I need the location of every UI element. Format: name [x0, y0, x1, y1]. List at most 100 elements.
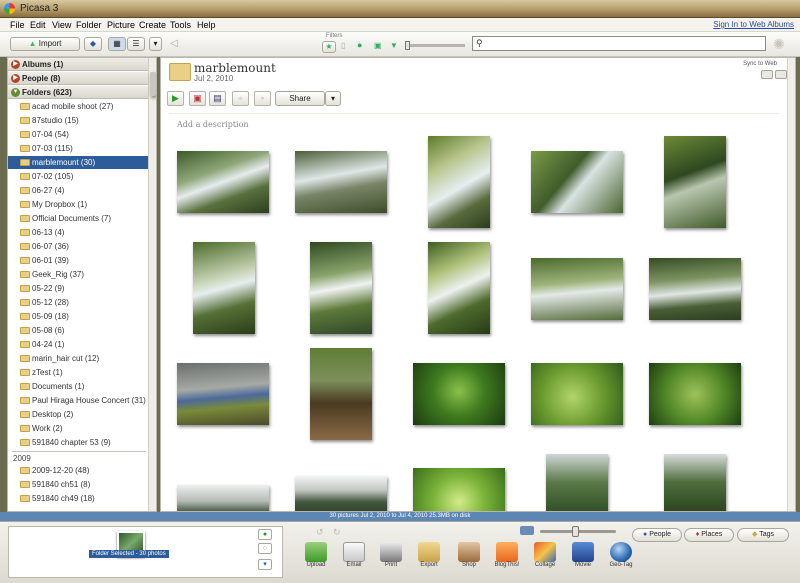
folder-item[interactable]: 06-01 (39) [8, 254, 148, 267]
save-icon[interactable]: ▪ [254, 91, 271, 106]
folder-item[interactable]: zTest (1) [8, 366, 148, 379]
menu-create[interactable]: Create [139, 20, 166, 30]
create-collage-icon[interactable]: ▣ [189, 91, 206, 106]
uploaded-filter-icon[interactable]: ▣ [374, 41, 382, 50]
slider-knob[interactable] [405, 41, 410, 50]
sync-toggle[interactable] [761, 70, 773, 79]
menu-help[interactable]: Help [197, 20, 216, 30]
blogthis-button[interactable]: BlogThis! [487, 562, 527, 568]
create-movie-icon[interactable]: ▤ [209, 91, 226, 106]
folder-item[interactable]: 05-08 (6) [8, 324, 148, 337]
people-button[interactable]: ● People [632, 528, 682, 542]
clear-icon[interactable]: ○ [258, 543, 272, 554]
folder-item[interactable]: My Dropbox (1) [8, 198, 148, 211]
photo-thumbnail[interactable] [428, 136, 490, 228]
shop-icon[interactable] [458, 542, 480, 562]
sign-in-link[interactable]: Sign In to Web Albums [713, 20, 794, 29]
folders-section[interactable]: ▼ Folders (623) [8, 86, 148, 99]
folder-item[interactable]: 06-27 (4) [8, 184, 148, 197]
folder-item[interactable]: 06-13 (4) [8, 226, 148, 239]
expand-icon[interactable]: ▶ [11, 74, 20, 83]
folder-item[interactable]: Geek_Rig (37) [8, 268, 148, 281]
collage-button[interactable]: Collage [525, 562, 565, 568]
library-scrollbar[interactable] [148, 58, 156, 511]
export-button[interactable]: Export [409, 562, 449, 568]
view-dropdown-icon[interactable]: ▾ [149, 37, 162, 51]
geotag-filter-icon[interactable]: ▼ [390, 41, 398, 50]
photo-thumbnail[interactable] [295, 151, 387, 213]
scrollbar-thumb[interactable] [150, 72, 156, 96]
collage-icon[interactable] [534, 542, 556, 562]
people-section[interactable]: ▶ People (8) [8, 72, 148, 85]
folder-item[interactable]: 06-07 (36) [8, 240, 148, 253]
geotag-icon[interactable] [610, 542, 632, 562]
folder-item[interactable]: 07-02 (105) [8, 170, 148, 183]
email-button[interactable]: Email [334, 562, 374, 568]
folder-title[interactable]: marblemount [194, 61, 276, 75]
back-icon[interactable]: ◁ [170, 38, 178, 49]
email-icon[interactable] [343, 542, 365, 562]
thumbnail-size-slider[interactable] [540, 526, 616, 537]
folder-item-selected[interactable]: marblemount (30) [8, 156, 148, 169]
photo-thumbnail[interactable] [531, 151, 623, 213]
print-icon[interactable] [380, 542, 402, 562]
folder-item[interactable]: acad mobile shoot (27) [8, 100, 148, 113]
blogthis-icon[interactable] [496, 542, 518, 562]
photo-thumbnail[interactable] [531, 258, 623, 320]
upload-button[interactable]: Upload [296, 562, 336, 568]
import-button[interactable]: ▲ Import [10, 37, 80, 51]
share-dropdown-icon[interactable]: ▾ [325, 91, 341, 106]
photo-thumbnail[interactable] [649, 363, 741, 425]
folder-item[interactable]: Work (2) [8, 422, 148, 435]
share-button[interactable]: Share [275, 91, 325, 106]
menu-tools[interactable]: Tools [170, 20, 191, 30]
places-button[interactable]: ♦ Places [684, 528, 734, 542]
tags-button[interactable]: ◆ Tags [737, 528, 789, 542]
albums-section[interactable]: ▶ Albums (1) [8, 58, 148, 71]
shop-button[interactable]: Shop [449, 562, 489, 568]
folder-item[interactable]: 07-04 (54) [8, 128, 148, 141]
play-slideshow-icon[interactable]: ▶ [167, 91, 184, 106]
folder-item[interactable]: Official Documents (7) [8, 212, 148, 225]
photo-thumbnail[interactable] [649, 258, 741, 320]
movie-icon[interactable] [572, 542, 594, 562]
upload-icon[interactable] [305, 542, 327, 562]
date-filter-slider[interactable] [405, 41, 465, 50]
folder-item[interactable]: 591840 ch51 (8) [8, 478, 148, 491]
folder-item[interactable]: 05-22 (9) [8, 282, 148, 295]
folder-item[interactable]: marin_hair cut (12) [8, 352, 148, 365]
expand-icon[interactable]: ▶ [11, 60, 20, 69]
photo-thumbnail[interactable] [310, 348, 372, 440]
folder-item[interactable]: Documents (1) [8, 380, 148, 393]
starred-filter-icon[interactable]: ★ [322, 41, 336, 53]
photo-thumbnail[interactable] [193, 242, 255, 334]
photo-thumbnail[interactable] [531, 363, 623, 425]
folder-item[interactable]: 05-09 (18) [8, 310, 148, 323]
collapse-icon[interactable]: ▼ [11, 88, 20, 97]
people-filter-icon[interactable]: ● [357, 40, 362, 50]
movie-button[interactable]: Movie [563, 562, 603, 568]
geotag-button[interactable]: Geo-Tag [601, 562, 641, 568]
folder-item[interactable]: Desktop (2) [8, 408, 148, 421]
menu-file[interactable]: File [10, 20, 25, 30]
search-input[interactable]: ⚲ [472, 36, 766, 51]
rotate-left-icon[interactable]: ↺ [316, 527, 324, 538]
photo-thumbnail[interactable] [177, 151, 269, 213]
menu-edit[interactable]: Edit [30, 20, 46, 30]
photo-thumbnail[interactable] [664, 454, 726, 511]
print-button[interactable]: Print [371, 562, 411, 568]
hold-icon[interactable]: ● [258, 529, 272, 540]
folder-item[interactable]: 07-03 (115) [8, 142, 148, 155]
star-folder-icon[interactable]: ● [232, 91, 249, 106]
folder-date[interactable]: Jul 2, 2010 [194, 74, 233, 83]
photo-thumbnail[interactable] [546, 454, 608, 511]
export-icon[interactable] [418, 542, 440, 562]
folder-item[interactable]: 2009-12-20 (48) [8, 464, 148, 477]
video-filter-icon[interactable]: ▯ [341, 41, 345, 50]
description-field[interactable]: Add a description [177, 120, 249, 129]
add-to-album-icon[interactable]: ▾ [258, 559, 272, 570]
photo-thumbnail[interactable] [413, 468, 505, 511]
sync-toggle[interactable] [775, 70, 787, 79]
content-scrollbar[interactable] [787, 58, 795, 511]
photo-thumbnail[interactable] [428, 242, 490, 334]
